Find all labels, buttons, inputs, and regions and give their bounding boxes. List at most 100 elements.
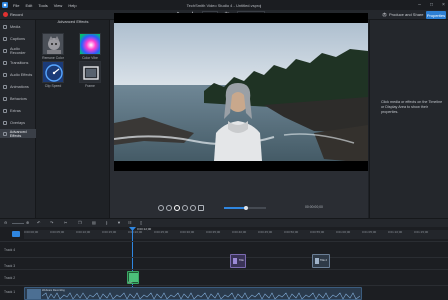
zoom-out-icon[interactable]: ⊖	[4, 221, 8, 225]
paste-icon[interactable]: ▤	[92, 221, 96, 225]
overlays-icon	[3, 120, 7, 125]
advanced-effects-icon	[3, 131, 7, 136]
sidebar-item-behaviors[interactable]: Behaviors	[0, 94, 36, 103]
properties-label: Properties	[426, 12, 446, 18]
animations-icon	[3, 84, 7, 89]
effect-label-clip-speed: Clip Speed	[44, 84, 62, 88]
sidebar-item-media[interactable]: Media	[0, 22, 36, 31]
ruler-tick: 0:01:10;00	[388, 230, 403, 234]
playhead-time: 0:00:12;00	[137, 227, 152, 231]
track-label: Track 3	[4, 264, 16, 268]
video-thumbnail	[27, 289, 41, 299]
effects-header: Advanced Effects	[57, 19, 89, 24]
properties-button[interactable]: Properties	[426, 11, 446, 19]
ruler-tick: 0:00:30;00	[180, 230, 195, 234]
previous-frame-icon[interactable]	[166, 205, 172, 211]
title-clip-icon	[315, 258, 319, 264]
redo-icon[interactable]: ↷	[50, 221, 54, 225]
track-label: Track 4	[4, 248, 16, 252]
marker-icon[interactable]: ▼	[117, 221, 121, 225]
undo-icon[interactable]: ↶	[37, 221, 41, 225]
sidebar-item-audio-recorder[interactable]: Audio Recorder	[0, 46, 36, 55]
behaviors-icon	[3, 96, 7, 101]
produce-and-share-button[interactable]: Produce and Share	[382, 12, 423, 17]
effect-label-color-vibe: Color Vibe	[82, 56, 98, 60]
fast-forward-icon[interactable]	[190, 205, 196, 211]
clip-title-2[interactable]: Title 2	[312, 254, 330, 268]
menu-file[interactable]: File	[13, 3, 19, 8]
effect-label-frame: Frame	[85, 84, 95, 88]
ruler-tick: 0:01:15;00	[414, 230, 429, 234]
zoom-in-icon[interactable]: ⊕	[26, 221, 30, 225]
ruler-tick: 0:01:05;00	[362, 230, 377, 234]
menu-tools[interactable]: Tools	[38, 3, 47, 8]
ruler-tick: 0:00:50;00	[284, 230, 299, 234]
timeline: ⊖ ⊕ ↶ ↷ ✂ ❐ ▤ ⫾ ▼ ☷ ▯ 0:00:00;00 0:00:05…	[0, 218, 448, 300]
properties-panel: Click media or effects on the Timeline o…	[369, 20, 448, 218]
track-2[interactable]: Track 2	[0, 269, 448, 285]
sidebar-item-captions[interactable]: Captions	[0, 34, 36, 43]
track-label: Track 2	[4, 276, 16, 280]
stop-icon[interactable]	[198, 205, 204, 211]
record-label: Record	[10, 12, 23, 17]
menu-edit[interactable]: Edit	[25, 3, 32, 8]
clip-beach[interactable]: Beach	[127, 271, 139, 284]
properties-empty-message: Click media or effects on the Timeline o…	[381, 100, 443, 114]
ruler-tick: 0:00:00;00	[24, 230, 39, 234]
timeline-ruler[interactable]: 0:00:00;00 0:00:05;00 0:00:10;00 0:00:15…	[24, 230, 448, 239]
title-clip-icon	[233, 258, 237, 264]
effect-thumb-remove-color[interactable]	[42, 33, 64, 55]
ruler-tick: 0:00:40;00	[232, 230, 247, 234]
maximize-icon[interactable]: □	[429, 2, 434, 8]
ruler-tick: 0:00:05;00	[50, 230, 65, 234]
menu-help[interactable]: Help	[68, 3, 76, 8]
sidebar-item-transitions[interactable]: Transitions	[0, 58, 36, 67]
close-icon[interactable]: ×	[441, 2, 446, 8]
extras-icon	[3, 108, 7, 113]
menu-view[interactable]: View	[54, 3, 63, 8]
ruler-tick: 0:00:35;00	[206, 230, 221, 234]
sidebar-item-audio-effects[interactable]: Audio Effects	[0, 70, 36, 79]
extend-frame-icon[interactable]: ▯	[140, 221, 144, 225]
effects-panel: Advanced Effects Remove Color Color Vibe…	[36, 19, 110, 218]
microphone-icon	[3, 48, 7, 53]
audio-effects-icon	[3, 72, 7, 77]
sidebar: Media Captions Audio Recorder Transition…	[0, 20, 36, 218]
effect-thumb-frame[interactable]	[79, 61, 101, 83]
timeline-zoom-slider[interactable]	[12, 222, 24, 224]
audio-waveform	[42, 292, 360, 300]
record-button[interactable]: Record	[3, 12, 23, 17]
sidebar-item-animations[interactable]: Animations	[0, 82, 36, 91]
play-icon[interactable]	[174, 205, 180, 211]
ruler-tick: 0:00:45;00	[258, 230, 273, 234]
ruler-tick: 0:01:00;00	[336, 230, 351, 234]
split-icon[interactable]: ⫾	[106, 221, 110, 225]
effect-label-remove-color: Remove Color	[42, 56, 64, 60]
effect-thumb-clip-speed[interactable]	[42, 61, 64, 83]
quiz-icon[interactable]: ☷	[128, 221, 132, 225]
add-track-button[interactable]	[12, 231, 20, 237]
cut-icon[interactable]: ✂	[64, 221, 68, 225]
next-frame-icon[interactable]	[182, 205, 188, 211]
rewind-icon[interactable]	[158, 205, 164, 211]
track-4[interactable]: Track 4	[0, 241, 448, 257]
minimize-icon[interactable]: –	[417, 2, 422, 8]
title-bar: File Edit Tools View Help TechSmith Vide…	[0, 0, 448, 10]
playback-controls: 00:00:00;00	[110, 200, 368, 215]
sidebar-item-extras[interactable]: Extras	[0, 106, 36, 115]
sidebar-item-overlays[interactable]: Overlays	[0, 118, 36, 127]
share-icon	[382, 12, 387, 17]
sidebar-item-advanced-effects[interactable]: Advanced Effects	[0, 129, 36, 138]
clip-title[interactable]: Title	[230, 254, 246, 268]
playback-scrubber[interactable]	[224, 205, 266, 210]
transitions-icon	[3, 60, 7, 65]
clip-webcam-recording[interactable]: Webcam Recording	[24, 287, 362, 300]
effect-thumb-color-vibe[interactable]	[79, 33, 101, 55]
scrubber-handle[interactable]	[244, 205, 248, 210]
menu-bar: File Edit Tools View Help	[13, 3, 77, 8]
ruler-tick: 0:00:25;00	[154, 230, 169, 234]
media-icon	[3, 24, 7, 29]
copy-icon[interactable]: ❐	[78, 221, 82, 225]
video-preview[interactable]	[114, 13, 368, 171]
captions-icon	[3, 36, 7, 41]
